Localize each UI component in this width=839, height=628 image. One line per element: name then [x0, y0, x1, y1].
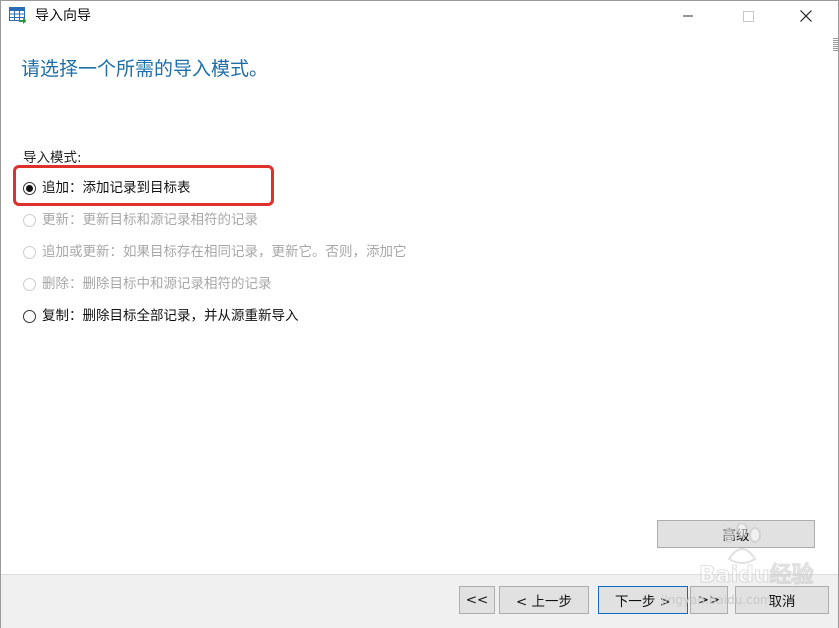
previous-step-button[interactable]: < 上一步 — [499, 586, 589, 614]
radio-append-or-update: 追加或更新：如果目标存在相同记录，更新它。否则，添加它 — [23, 242, 407, 262]
radio-indicator — [23, 245, 36, 259]
resize-grip — [833, 37, 838, 51]
radio-update: 更新：更新目标和源记录相符的记录 — [23, 210, 258, 230]
radio-delete: 删除：删除目标中和源记录相符的记录 — [23, 274, 272, 294]
title-bar: 导入向导 — [1, 1, 838, 31]
table-import-icon — [9, 7, 27, 24]
radio-indicator — [23, 213, 36, 227]
radio-delete-label: 删除：删除目标中和源记录相符的记录 — [42, 276, 272, 292]
radio-append-or-update-label: 追加或更新：如果目标存在相同记录，更新它。否则，添加它 — [42, 244, 407, 260]
radio-append[interactable]: 追加：添加记录到目标表 — [23, 178, 191, 198]
watermark-url: jingyan.baidu.com — [661, 593, 772, 607]
import-wizard-window: 导入向导 请选择一个所需的导入模式。 导入模式: 追加：添加记录到目标表 更新：… — [0, 0, 839, 628]
maximize-button[interactable] — [725, 1, 771, 31]
maximize-icon — [742, 10, 754, 22]
advanced-button[interactable]: 高级 — [657, 520, 815, 548]
window-title: 导入向导 — [35, 8, 91, 24]
first-step-button[interactable]: << — [459, 586, 495, 614]
close-button[interactable] — [783, 1, 829, 31]
radio-indicator[interactable] — [23, 309, 36, 323]
page-heading: 请选择一个所需的导入模式。 — [21, 58, 269, 80]
minimize-icon — [683, 15, 693, 17]
minimize-button[interactable] — [665, 1, 711, 31]
radio-indicator[interactable] — [23, 181, 36, 195]
radio-copy[interactable]: 复制：删除目标全部记录，并从源重新导入 — [23, 306, 299, 326]
radio-copy-label: 复制：删除目标全部记录，并从源重新导入 — [42, 308, 299, 324]
radio-selected-dot — [26, 184, 33, 192]
close-icon — [800, 10, 812, 22]
radio-update-label: 更新：更新目标和源记录相符的记录 — [42, 212, 258, 228]
import-mode-label: 导入模式: — [23, 150, 82, 166]
radio-append-label: 追加：添加记录到目标表 — [42, 180, 191, 196]
radio-indicator — [23, 277, 36, 291]
